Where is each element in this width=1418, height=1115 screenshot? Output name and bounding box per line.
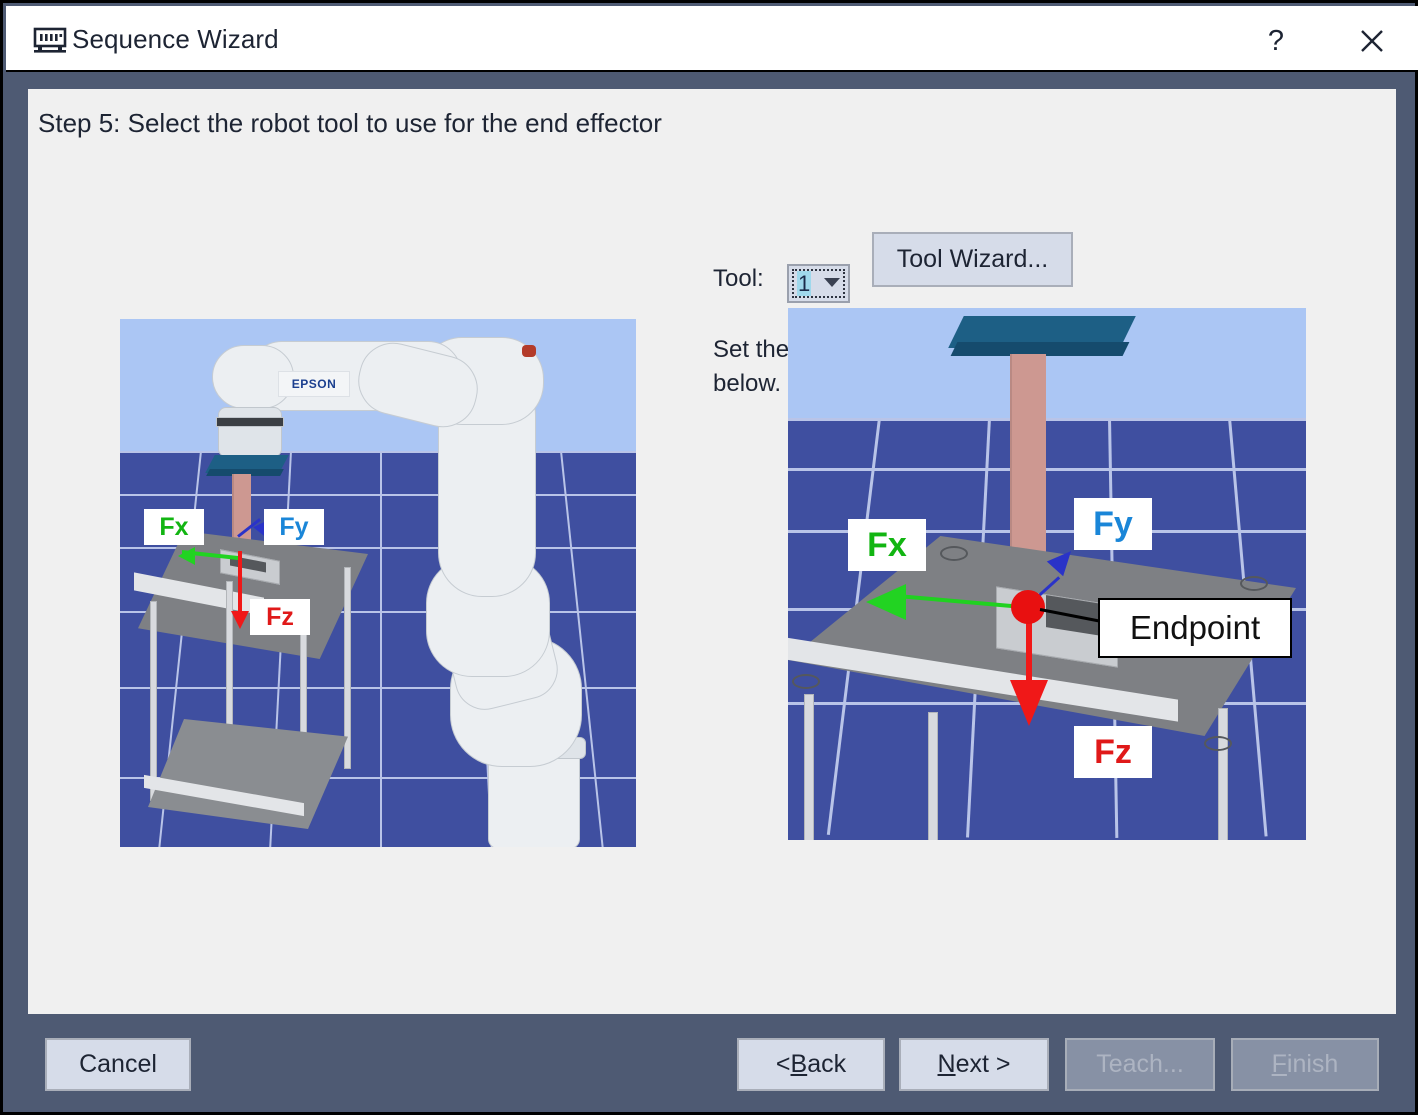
endpoint-label: Endpoint: [1098, 598, 1292, 658]
fx-label: Fx: [848, 519, 926, 571]
window-title: Sequence Wizard: [72, 24, 279, 54]
fz-label: Fz: [1074, 726, 1152, 778]
bench-leg: [1218, 708, 1228, 840]
next-rest: ext >: [955, 1050, 1011, 1078]
robot-status-light: [522, 345, 536, 357]
fy-label: Fy: [1074, 498, 1152, 550]
teach-button: Teach...: [1065, 1038, 1215, 1091]
grid-line: [380, 451, 382, 847]
back-rest: ack: [807, 1050, 847, 1078]
bench-leg: [928, 712, 938, 840]
chip-icon: [32, 26, 68, 54]
epson-logo: EPSON: [278, 371, 350, 397]
fz-label: Fz: [250, 599, 310, 635]
bench-leg: [804, 694, 814, 840]
back-accel: B: [790, 1050, 808, 1078]
tool-label: Tool:: [713, 265, 764, 292]
next-accel: N: [937, 1050, 956, 1078]
bench-leg: [150, 601, 157, 801]
bench-hole: [1204, 736, 1232, 751]
close-icon[interactable]: [1342, 9, 1402, 73]
back-prefix: <: [775, 1050, 791, 1078]
wizard-content-panel: Step 5: Select the robot tool to use for…: [28, 89, 1396, 1014]
next-button[interactable]: Next >: [899, 1038, 1049, 1091]
back-button[interactable]: < Back: [737, 1038, 885, 1091]
fy-label: Fy: [264, 509, 324, 545]
finish-button: Finish: [1231, 1038, 1379, 1091]
tool-wizard-button[interactable]: Tool Wizard...: [872, 232, 1073, 287]
fx-arrow-head: [178, 547, 195, 565]
cancel-button[interactable]: Cancel: [45, 1038, 191, 1091]
bench-hole: [792, 674, 820, 689]
page-title: Step 5: Select the robot tool to use for…: [38, 108, 662, 138]
fz-axis-line: [238, 551, 242, 619]
grid-line: [120, 451, 636, 453]
fz-arrow-head: [231, 611, 249, 629]
robot-tool-collar: [216, 417, 284, 427]
sequence-wizard-window: Sequence Wizard ? Step 5: Select the rob…: [0, 0, 1418, 1115]
fx-arrow-head: [866, 584, 906, 620]
fz-arrow-head: [1010, 680, 1048, 726]
endpoint-closeup-image: Fx Fy Fz Endpoint: [788, 308, 1306, 840]
title-bar: Sequence Wizard ?: [6, 6, 1418, 72]
tool-shaft: [1010, 354, 1046, 568]
tool-select[interactable]: 1: [787, 264, 850, 303]
robot-arm-overview-image: EPSON Fx Fy Fz: [120, 319, 636, 847]
finish-rest: inish: [1286, 1050, 1339, 1078]
finish-accel: F: [1271, 1050, 1287, 1078]
grid-line: [788, 468, 1306, 471]
robot-tool-flange: [218, 407, 282, 457]
chevron-down-icon: [824, 278, 840, 287]
bench-hole: [940, 546, 968, 561]
fx-label: Fx: [144, 509, 204, 545]
help-button[interactable]: ?: [1246, 9, 1306, 73]
tool-select-value: 1: [797, 271, 812, 296]
bench-hole: [1240, 576, 1268, 591]
